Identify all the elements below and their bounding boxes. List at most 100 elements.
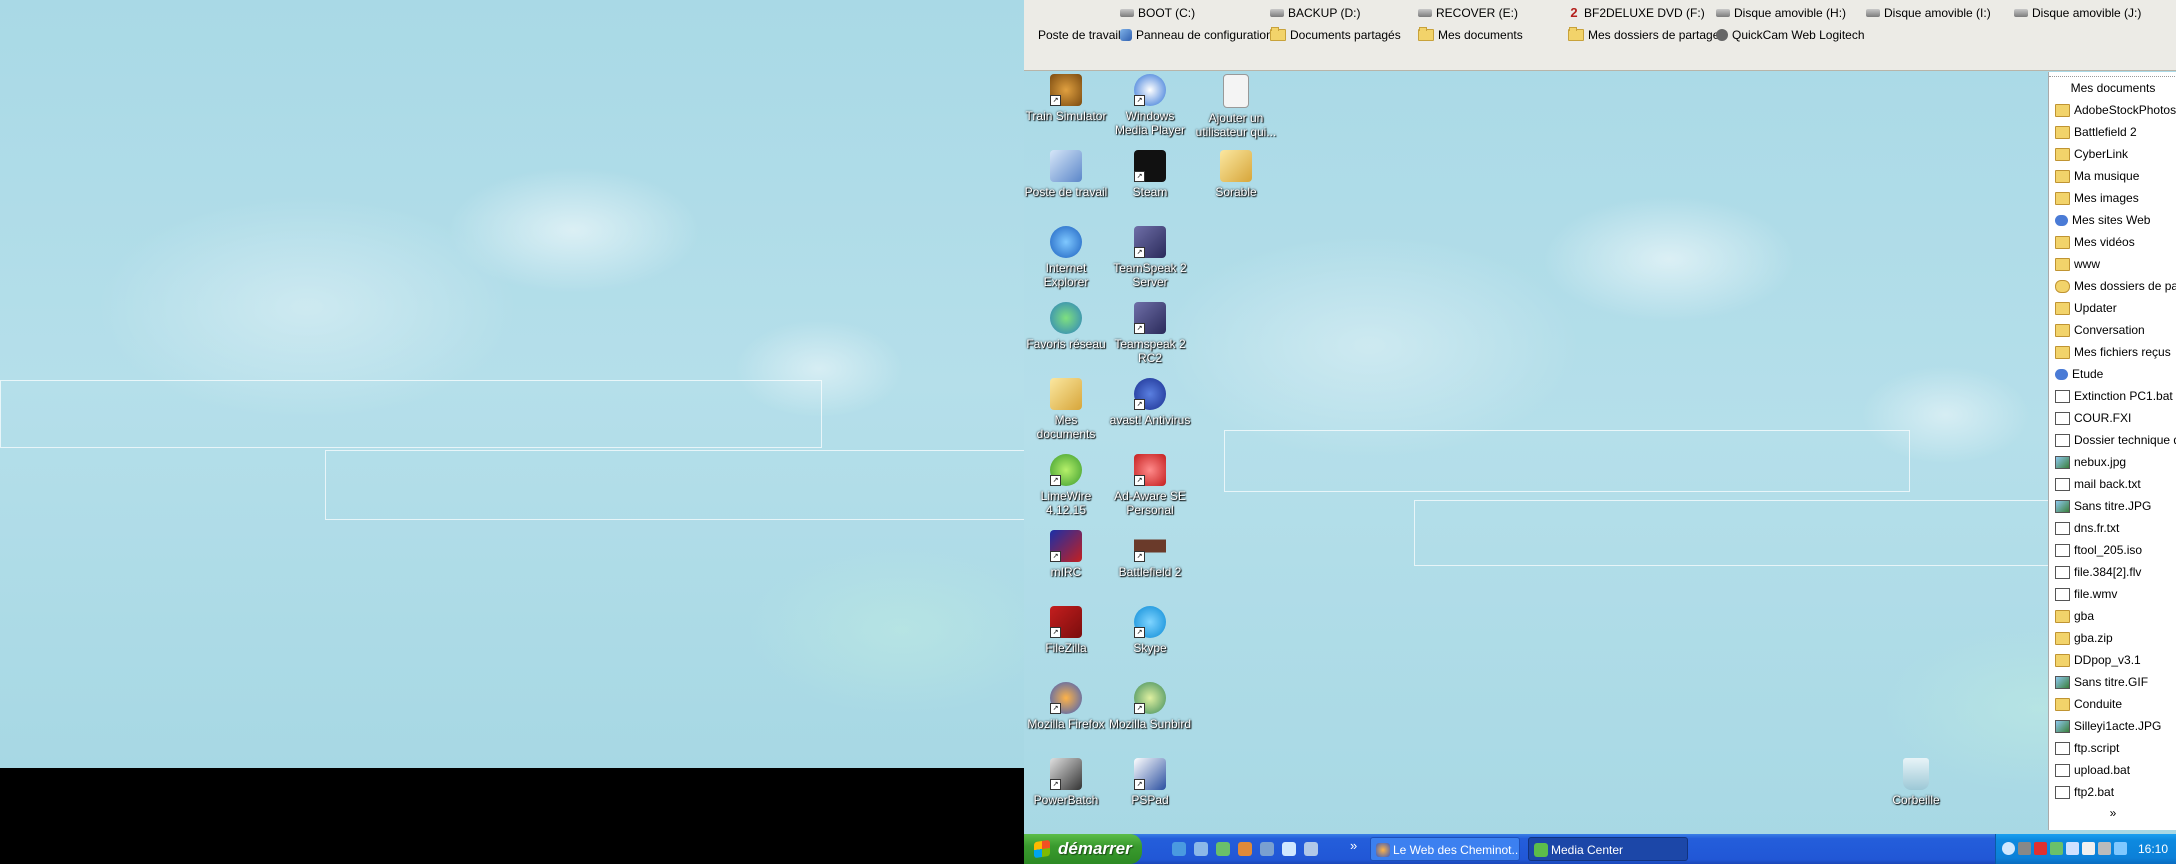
desktop-icon-mirc[interactable]: ↗ mIRC — [1024, 530, 1108, 579]
quicklaunch-player-icon[interactable] — [1282, 842, 1296, 856]
list-item-label: DDpop_v3.1 — [2074, 653, 2141, 667]
list-item[interactable]: Mes sites Web — [2049, 209, 2176, 231]
desktop-icon-limewire[interactable]: ↗ LimeWire 4.12.15 — [1024, 454, 1108, 517]
taskbar-button-media-center[interactable]: Media Center — [1528, 837, 1688, 861]
list-item[interactable]: Mes fichiers reçus — [2049, 341, 2176, 363]
tray-volume-icon[interactable] — [2066, 842, 2079, 855]
folder-icon — [2055, 653, 2070, 667]
list-item-label: Extinction PC1.bat — [2074, 389, 2173, 403]
tray-network-icon[interactable] — [2018, 842, 2031, 855]
desktop-icon-poste-de-travail[interactable]: Poste de travail — [1024, 150, 1108, 199]
list-item[interactable]: Mes vidéos — [2049, 231, 2176, 253]
list-item-label: Mes images — [2074, 191, 2139, 205]
tray-mail-icon[interactable] — [2082, 842, 2095, 855]
desktop-icon-adaware[interactable]: ↗ Ad-Aware SE Personal — [1108, 454, 1192, 517]
list-item[interactable]: DDpop_v3.1 — [2049, 649, 2176, 671]
link-mes-documents[interactable]: Mes documents — [1418, 27, 1523, 43]
list-item[interactable]: mail back.txt — [2049, 473, 2176, 495]
desktop-icon-windows-media-player[interactable]: ↗ Windows Media Player — [1108, 74, 1192, 137]
tray-app-icon[interactable] — [2050, 842, 2063, 855]
desktop-icon-steam[interactable]: ↗ Steam — [1108, 150, 1192, 199]
list-item[interactable]: Sans titre.JPG — [2049, 495, 2176, 517]
share-icon — [2055, 279, 2070, 293]
list-item[interactable]: Mes dossiers de partage — [2049, 275, 2176, 297]
list-item[interactable]: ftp.script — [2049, 737, 2176, 759]
list-item[interactable]: ftool_205.iso — [2049, 539, 2176, 561]
quicklaunch-firefox-icon[interactable] — [1238, 842, 1252, 856]
desktop-icon-pspad[interactable]: ↗ PSPad — [1108, 758, 1192, 807]
taskbar-button-web-cheminot[interactable]: Le Web des Cheminot... — [1370, 837, 1520, 861]
drive-boot-c[interactable]: BOOT (C:) — [1120, 5, 1195, 21]
list-item[interactable]: gba.zip — [2049, 627, 2176, 649]
list-item[interactable]: Mes images — [2049, 187, 2176, 209]
list-item[interactable]: ftp2.bat — [2049, 781, 2176, 803]
list-item[interactable]: Etude — [2049, 363, 2176, 385]
drive-removable-i[interactable]: Disque amovible (I:) — [1866, 5, 1991, 21]
list-item[interactable]: Sans titre.GIF — [2049, 671, 2176, 693]
list-item[interactable]: Silleyi1acte.JPG — [2049, 715, 2176, 737]
quicklaunch-more[interactable]: » — [1350, 838, 1357, 853]
wallpaper-line — [1414, 500, 2056, 566]
link-quickcam[interactable]: QuickCam Web Logitech — [1716, 27, 1865, 43]
list-item[interactable]: www — [2049, 253, 2176, 275]
list-item-label: AdobeStockPhotos — [2074, 103, 2176, 117]
desktop-icon-recycle-bin[interactable]: Corbeille — [1874, 758, 1958, 807]
list-item[interactable]: Conversation — [2049, 319, 2176, 341]
desktop-icon-sorable[interactable]: Sorable — [1194, 150, 1278, 199]
desktop-icon-teamspeak-rc2[interactable]: ↗ Teamspeak 2 RC2 — [1108, 302, 1192, 365]
link-mes-dossiers-de-partage[interactable]: Mes dossiers de partage — [1568, 27, 1719, 43]
desktop-icon-powerbatch[interactable]: ↗ PowerBatch — [1024, 758, 1108, 807]
list-item[interactable]: file.384[2].flv — [2049, 561, 2176, 583]
list-item[interactable]: COUR.FXI — [2049, 407, 2176, 429]
list-item[interactable]: nebux.jpg — [2049, 451, 2176, 473]
tray-skype-icon[interactable] — [2114, 842, 2127, 855]
list-item[interactable]: dns.fr.txt — [2049, 517, 2176, 539]
quicklaunch-tool-icon[interactable] — [1304, 842, 1318, 856]
tray-expand-icon[interactable] — [2002, 842, 2015, 855]
link-documents-partages[interactable]: Documents partagés — [1270, 27, 1401, 43]
quicklaunch-ie-icon[interactable] — [1172, 842, 1186, 856]
quicklaunch-media-icon[interactable] — [1216, 842, 1230, 856]
desktop-icon-ajouter-utilisateur[interactable]: Ajouter un utilisateur qui... — [1194, 74, 1278, 139]
drive-backup-d[interactable]: BACKUP (D:) — [1270, 5, 1360, 21]
list-item[interactable]: file.wmv — [2049, 583, 2176, 605]
desktop-icon-sunbird[interactable]: ↗ Mozilla Sunbird — [1108, 682, 1192, 731]
desktop-icon-favoris-reseau[interactable]: Favoris réseau — [1024, 302, 1108, 351]
quicklaunch-app-icon[interactable] — [1260, 842, 1274, 856]
desktop-icon-firefox[interactable]: ↗ Mozilla Firefox — [1024, 682, 1108, 731]
list-item[interactable]: upload.bat — [2049, 759, 2176, 781]
img-icon — [2055, 675, 2070, 689]
desktop-icon-skype[interactable]: ↗ Skype — [1108, 606, 1192, 655]
file-icon — [2055, 411, 2070, 425]
drive-recover-e[interactable]: RECOVER (E:) — [1418, 5, 1518, 21]
panel-more-button[interactable]: » — [2049, 803, 2176, 823]
desktop-icon-mes-documents[interactable]: Mes documents — [1024, 378, 1108, 441]
list-item[interactable]: Updater — [2049, 297, 2176, 319]
drive-removable-h[interactable]: Disque amovible (H:) — [1716, 5, 1846, 21]
list-item-label: CyberLink — [2074, 147, 2129, 161]
list-item[interactable]: Battlefield 2 — [2049, 121, 2176, 143]
quicklaunch-desktop-icon[interactable] — [1194, 842, 1208, 856]
desktop-icon-battlefield-2[interactable]: ↗ Battlefield 2 — [1108, 530, 1192, 579]
link-panneau-de-configuration[interactable]: Panneau de configuration — [1120, 27, 1273, 43]
start-button[interactable]: démarrer — [1024, 834, 1142, 864]
file-icon — [2055, 543, 2070, 557]
desktop-icon-avast[interactable]: ↗ avast! Antivirus — [1108, 378, 1192, 427]
list-item[interactable]: Dossier technique de — [2049, 429, 2176, 451]
desktop-icon-internet-explorer[interactable]: Internet Explorer — [1024, 226, 1108, 289]
list-item[interactable]: AdobeStockPhotos — [2049, 99, 2176, 121]
list-item[interactable]: Conduite — [2049, 693, 2176, 715]
list-item[interactable]: Extinction PC1.bat — [2049, 385, 2176, 407]
desktop-icon-filezilla[interactable]: ↗ FileZilla — [1024, 606, 1108, 655]
clock[interactable]: 16:10 — [2138, 834, 2168, 864]
list-item[interactable]: Ma musique — [2049, 165, 2176, 187]
tray-monitor-icon[interactable] — [2098, 842, 2111, 855]
drive-removable-j[interactable]: Disque amovible (J:) — [2014, 5, 2141, 21]
list-item[interactable]: CyberLink — [2049, 143, 2176, 165]
link-poste-de-travail[interactable]: Poste de travail — [1038, 27, 1121, 43]
tray-ati-icon[interactable] — [2034, 842, 2047, 855]
desktop-icon-teamspeak-server[interactable]: ↗ TeamSpeak 2 Server — [1108, 226, 1192, 289]
list-item[interactable]: gba — [2049, 605, 2176, 627]
desktop-icon-train-simulator[interactable]: ↗ Train Simulator — [1024, 74, 1108, 123]
drive-dvd-f[interactable]: 2 BF2DELUXE DVD (F:) — [1568, 5, 1704, 21]
